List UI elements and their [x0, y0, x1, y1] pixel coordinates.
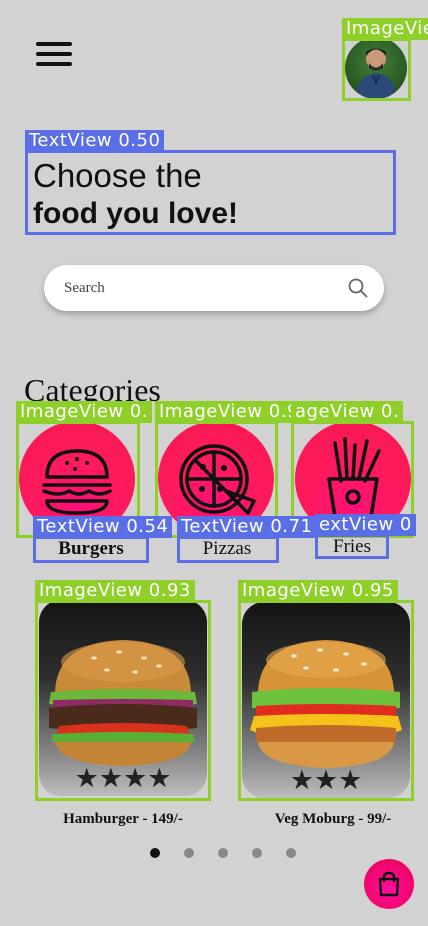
pizza-icon: [179, 444, 256, 515]
food-card-veg-moburg[interactable]: ★★★: [242, 602, 410, 798]
avatar[interactable]: [345, 37, 407, 99]
pager-indicator: [150, 848, 296, 858]
cart-button[interactable]: [364, 859, 414, 909]
category-fries[interactable]: [295, 421, 411, 537]
search-icon[interactable]: [348, 278, 368, 298]
detection-label: ImageView 0.95: [238, 580, 398, 602]
detection-label: TextView 0.50: [25, 130, 165, 152]
pager-dot[interactable]: [150, 848, 160, 858]
food-name-veg-moburg: Veg Moburg - 99/-: [274, 811, 392, 827]
pager-dot[interactable]: [218, 848, 228, 858]
page-title: Choose the food you love!: [33, 157, 393, 233]
hamburger-menu-icon: [36, 42, 72, 46]
category-burgers[interactable]: [19, 421, 135, 537]
category-label-pizzas[interactable]: Pizzas: [179, 538, 275, 560]
categories-title: Categories: [24, 372, 161, 408]
fries-icon: [327, 437, 381, 519]
food-name-hamburger: Hamburger - 149/-: [63, 811, 183, 827]
category-label-burgers[interactable]: Burgers: [36, 538, 146, 560]
food-card-hamburger[interactable]: ★★★★: [39, 600, 207, 796]
menu-button[interactable]: [33, 33, 75, 75]
title-line-2: food you love!: [33, 197, 238, 230]
pager-dot[interactable]: [184, 848, 194, 858]
shopping-bag-icon: [378, 871, 400, 897]
detection-label: ageView 0.: [291, 401, 404, 423]
detection-label: ImageView 0.92: [155, 401, 315, 423]
title-line-1: Choose the: [33, 157, 202, 194]
detection-label: ImageVie: [342, 18, 428, 40]
pager-dot[interactable]: [286, 848, 296, 858]
burger-icon: [42, 449, 112, 515]
pager-dot[interactable]: [252, 848, 262, 858]
rating-stars: ★★★★: [74, 763, 172, 793]
category-label-fries[interactable]: Fries: [318, 536, 386, 558]
search-bar[interactable]: [44, 265, 384, 311]
rating-stars: ★★★: [289, 765, 363, 795]
search-input[interactable]: [62, 278, 348, 298]
detection-label: ImageView 0.93: [35, 580, 195, 602]
category-pizzas[interactable]: [158, 421, 274, 537]
user-avatar-icon: [355, 48, 397, 99]
